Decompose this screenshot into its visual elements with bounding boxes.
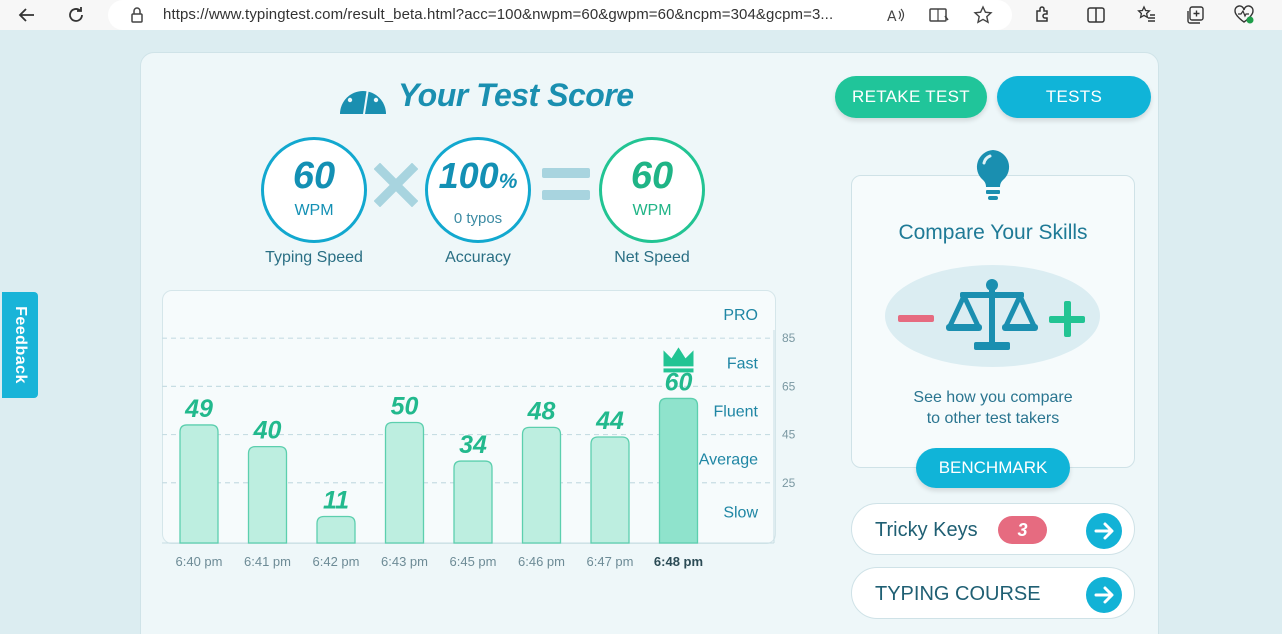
arrow-right-icon[interactable] (1086, 577, 1122, 613)
url-text[interactable]: https://www.typingtest.com/result_beta.h… (163, 6, 833, 23)
lock-icon[interactable] (124, 2, 150, 28)
address-bar[interactable]: https://www.typingtest.com/result_beta.h… (108, 0, 1012, 30)
bar-value-label: 49 (184, 395, 213, 423)
retake-test-button[interactable]: RETAKE TEST (835, 76, 987, 118)
typing-speed-circle: 60 WPM (261, 137, 367, 243)
multiply-icon (374, 163, 418, 207)
plus-icon (1049, 301, 1085, 337)
y-tick-label: 85 (782, 331, 796, 345)
tests-button[interactable]: TESTS (997, 76, 1151, 118)
net-speed-label: Net Speed (614, 249, 690, 266)
compare-description: See how you compare to other test takers (913, 389, 1073, 427)
immersive-reader-icon[interactable] (926, 2, 952, 28)
browser-essentials-icon[interactable] (1231, 2, 1257, 28)
bar-value-label: 50 (391, 393, 419, 421)
x-tick-label: 6:48 pm (653, 554, 704, 569)
chart-bar (658, 397, 699, 544)
x-tick-label: 6:46 pm (518, 554, 565, 569)
typing-course-button[interactable]: TYPING COURSE (851, 567, 1135, 619)
net-speed-value: 60 (630, 155, 674, 197)
compare-title: Compare Your Skills (898, 221, 1088, 244)
favorite-star-icon[interactable] (970, 2, 996, 28)
typo-count: 0 typos (453, 210, 503, 227)
minus-icon (898, 315, 934, 322)
accuracy-circle: 100% 0 typos (425, 137, 531, 243)
crown-icon (663, 347, 694, 367)
page-title: Your Test Score (398, 76, 634, 113)
bar-value-label: 34 (459, 431, 487, 459)
speed-history-chart-svg: 25 45 65 85 PRO Fast Fluent Average Slow 49 40 11 50… (162, 307, 796, 544)
browser-toolbar: https://www.typingtest.com/result_beta.h… (0, 0, 1282, 30)
feedback-tab[interactable]: Feedback (2, 292, 38, 398)
y-tick-label: 65 (782, 379, 796, 393)
chart-bar (247, 445, 288, 544)
split-screen-icon[interactable] (1083, 2, 1109, 28)
x-tick-label: 6:40 pm (175, 554, 223, 569)
bar-value-label: 44 (595, 407, 624, 435)
net-speed-circle: 60 WPM (599, 137, 705, 243)
typing-speed-label: Typing Speed (265, 249, 363, 266)
balance-scale-icon (946, 279, 1038, 350)
chart-bar (179, 424, 219, 544)
chart-bar (521, 426, 562, 544)
bar-value-label: 60 (665, 368, 693, 396)
x-tick-label: 6:41 pm (244, 554, 291, 569)
benchmark-button[interactable]: BENCHMARK (916, 448, 1070, 488)
net-speed-unit: WPM (632, 202, 672, 219)
y-tick-label: 45 (782, 428, 796, 442)
speedometer-icon (340, 86, 386, 114)
chart-bar (316, 515, 356, 544)
back-icon[interactable] (14, 2, 40, 28)
x-tick-label: 6:42 pm (312, 554, 360, 569)
bar-value-label: 11 (323, 486, 349, 514)
speed-band-label: Fluent (714, 403, 759, 420)
speed-band-label: Fast (727, 355, 759, 372)
collections-icon[interactable] (1182, 2, 1208, 28)
svg-text:A: A (887, 9, 897, 24)
bar-value-label: 48 (527, 397, 556, 425)
chart-bar (453, 460, 493, 544)
accuracy-value: 100 (438, 155, 499, 196)
refresh-icon[interactable] (63, 2, 89, 28)
feedback-label: Feedback (12, 306, 29, 384)
speed-band-label: PRO (723, 307, 758, 324)
crown-icon-base (663, 368, 694, 373)
tricky-keys-button[interactable]: Tricky Keys 3 (851, 503, 1135, 555)
speed-band-label: Slow (723, 505, 758, 522)
favorites-list-icon[interactable] (1134, 2, 1160, 28)
speed-band-label: Average (699, 452, 758, 469)
typing-speed-unit: WPM (294, 202, 334, 219)
read-aloud-icon[interactable]: A (883, 2, 909, 28)
bar-value-label: 40 (253, 417, 282, 445)
typing-speed-value: 60 (292, 155, 336, 197)
extensions-icon[interactable] (1030, 2, 1056, 28)
lightbulb-icon (976, 150, 1010, 200)
accuracy-percent: % (498, 170, 518, 193)
typing-course-label: TYPING COURSE (875, 583, 1041, 605)
equals-icon (542, 166, 590, 204)
page-header: Your Test Score (338, 75, 634, 115)
x-tick-label: 6:45 pm (449, 554, 497, 569)
x-tick-label: 6:47 pm (586, 554, 634, 569)
tricky-keys-count-badge: 3 (998, 516, 1047, 544)
x-tick-label: 6:43 pm (381, 554, 428, 569)
y-tick-label: 25 (782, 476, 796, 490)
arrow-right-icon[interactable] (1086, 513, 1122, 549)
chart-bar (384, 421, 425, 544)
tricky-keys-label: Tricky Keys (875, 519, 978, 541)
chart-bar (590, 436, 630, 544)
accuracy-label: Accuracy (445, 249, 511, 266)
